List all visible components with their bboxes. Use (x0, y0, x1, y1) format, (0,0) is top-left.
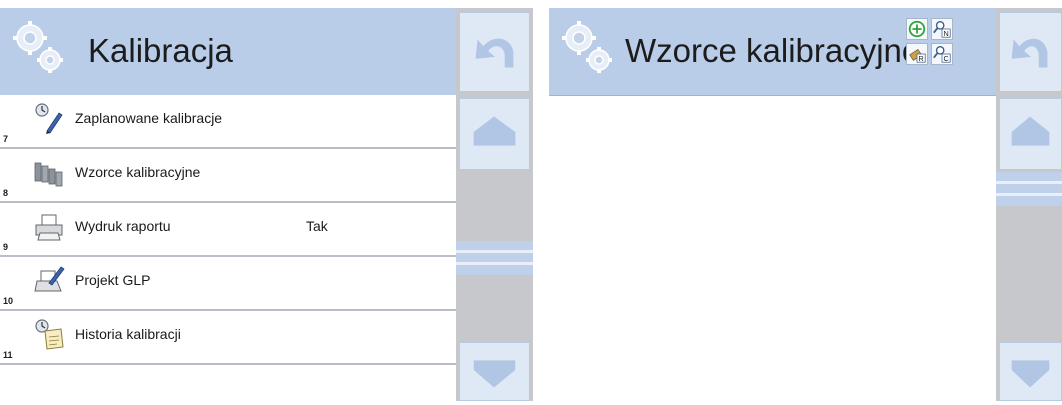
list-item-scheduled-calibrations[interactable]: 7 Zaplanowane kalibracje (0, 95, 456, 149)
item-number: 9 (3, 242, 9, 252)
list-item-calibration-history[interactable]: 11 Historia kalibracji (0, 311, 456, 365)
undo-arrow-icon (1011, 38, 1048, 68)
search-by-name-button[interactable]: N (931, 18, 953, 40)
header-bar: Kalibracja (0, 8, 456, 96)
page-title: Kalibracja (88, 32, 233, 69)
search-code-icon: C (933, 46, 951, 63)
navigation-sidebar (996, 8, 1062, 401)
list-item-glp-project[interactable]: 10 Projekt GLP (0, 257, 456, 311)
search-name-icon: N (933, 21, 951, 38)
item-label: Projekt GLP (75, 272, 151, 288)
letter-r: R (918, 54, 923, 63)
item-number: 8 (3, 188, 9, 198)
item-label: Historia kalibracji (75, 326, 181, 342)
glp-printer-icon (34, 266, 65, 292)
item-number: 11 (3, 350, 13, 360)
settings-list: 7 Zaplanowane kalibracje 8 Wzorce kalibr… (0, 95, 456, 365)
weights-icon (34, 162, 63, 187)
item-number: 10 (3, 296, 14, 306)
list-item-calibration-weights[interactable]: 8 Wzorce kalibracyjne (0, 149, 456, 203)
scroll-down-button[interactable] (999, 342, 1062, 401)
back-button[interactable] (999, 12, 1062, 92)
printer-icon (35, 214, 63, 241)
scheduled-calibration-icon (35, 103, 63, 134)
scrollbar-handle[interactable] (456, 241, 533, 275)
item-value: Tak (306, 218, 328, 234)
undo-arrow-icon (475, 38, 514, 68)
plus-circle-icon (908, 20, 926, 38)
back-button[interactable] (459, 12, 530, 92)
left-screen: Kalibracja 7 Zaplanowane kalibracje 8 Wz… (0, 8, 533, 401)
add-button[interactable] (906, 18, 928, 40)
search-by-code-button[interactable]: C (931, 43, 953, 65)
home-icon (1011, 116, 1050, 146)
list-item-report-printout[interactable]: 9 Wydruk raportu Tak (0, 203, 456, 257)
arrow-down-icon (473, 360, 516, 388)
settings-gears-icon (13, 21, 63, 73)
arrow-down-icon (1011, 360, 1050, 388)
calibration-history-icon (35, 319, 64, 350)
empty-list-area (549, 96, 996, 401)
export-icon: R (909, 48, 926, 63)
export-button[interactable]: R (906, 43, 928, 65)
right-screen: Wzorce kalibracyjne N R C (549, 8, 1062, 401)
header-bar: Wzorce kalibracyjne N R C (549, 8, 996, 96)
navigation-sidebar (456, 8, 533, 401)
item-label: Wzorce kalibracyjne (75, 164, 201, 180)
letter-n: N (943, 29, 948, 38)
item-number: 7 (3, 134, 9, 144)
item-label: Zaplanowane kalibracje (75, 110, 223, 126)
home-icon (473, 116, 516, 146)
scrollbar-handle[interactable] (996, 172, 1062, 206)
scroll-down-button[interactable] (459, 342, 530, 401)
home-button[interactable] (999, 98, 1062, 170)
letter-c: C (943, 54, 948, 63)
settings-gears-icon (562, 21, 612, 73)
item-label: Wydruk raportu (75, 218, 171, 234)
page-title: Wzorce kalibracyjne (625, 32, 921, 69)
home-button[interactable] (459, 98, 530, 170)
